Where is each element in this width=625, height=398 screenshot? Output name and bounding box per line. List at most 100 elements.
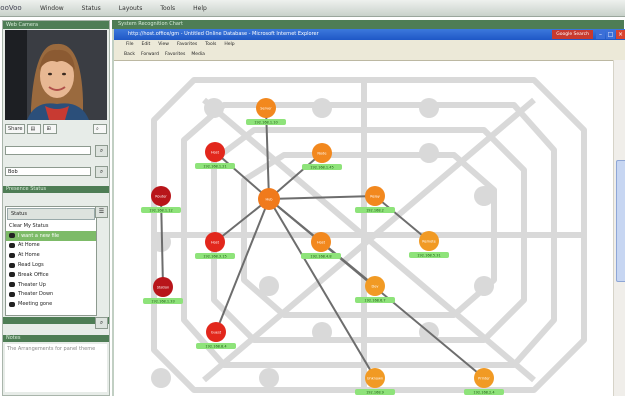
node-label: Printer [478,377,490,381]
menu-window[interactable]: Window [40,5,64,12]
maximize-icon[interactable]: □ [606,30,615,39]
layout-button[interactable]: ▤ [27,123,42,134]
node-label: Host [317,241,326,245]
user-search-icon[interactable]: ⌕ [95,166,108,178]
node-tag: 192.168.2.4 [473,391,495,395]
graph-node[interactable]: Router 192.168.1.12 [141,186,181,213]
menu-tools[interactable]: Tools [160,5,175,12]
menu-status[interactable]: Status [82,5,101,12]
status-item[interactable]: Meeting gone [6,299,96,309]
status-icon [9,301,15,307]
ghost-node [312,322,332,342]
status-list: Status Clear My Status I want a new file… [5,206,97,316]
graph-node[interactable]: Guest 192.168.8.4 [196,322,236,349]
menu-tools[interactable]: Tools [205,40,216,49]
menu-help[interactable]: Help [193,5,207,12]
menu-view[interactable]: View [158,40,169,49]
google-search-badge[interactable]: Google Search [552,30,593,39]
node-label: Hub [265,198,273,202]
node-label: Unknown [367,377,383,381]
status-item[interactable]: Break Office [6,270,96,280]
network-graph: Server 192.168.1.10 Host 192.168.1.21 Node 19… [114,60,614,396]
status-item[interactable]: At Home [6,241,96,251]
status-icon [9,233,15,239]
status-icon [9,242,15,248]
share-button[interactable]: Share [5,123,26,134]
ghost-node [204,98,224,118]
menu-favorites[interactable]: Favorites [177,40,197,49]
node-tag: 192.168.1.21 [203,165,226,169]
status-item[interactable]: Clear My Status [6,221,96,231]
node-tag: 192.168.1.33 [151,300,174,304]
menu-edit[interactable]: Edit [142,40,151,49]
window-title: System Recognition Chart [112,20,624,29]
node-tag: 192.168.8.4 [205,345,227,349]
node-label: Host [211,241,220,245]
node-label: Dev [372,285,379,289]
forward-button[interactable]: Forward [141,49,159,60]
status-icon [9,262,15,268]
status-item[interactable]: Theater Up [6,280,96,290]
ghost-node [474,276,494,296]
left-panel: Web Camera Share ▤ ⊞ ⌕ ⌕ Bob ⌕ Presence … [2,20,110,396]
node-tag: 192.168.5.31 [417,254,440,258]
ghost-node [312,98,332,118]
status-item[interactable]: Read Logs [6,260,96,270]
ghost-node [259,276,279,296]
zoom-icon[interactable]: ⌕ [93,123,107,134]
favorites-button[interactable]: Favorites [165,49,185,60]
ghost-node [419,143,439,163]
status-icon [9,252,15,258]
scrollbar-thumb[interactable] [616,160,625,282]
vertical-scrollbar[interactable] [613,60,625,396]
ghost-node [259,368,279,388]
status-item[interactable]: Theater Down [6,290,96,300]
close-icon[interactable]: × [616,30,625,39]
menu-layouts[interactable]: Layouts [119,5,143,12]
status-menu-icon[interactable]: ☰ [95,206,108,218]
status-icon [9,272,15,278]
status-item-selected[interactable]: I want a new file [6,230,96,241]
status-zoom-icon[interactable]: ⌕ [95,317,108,329]
fullscreen-button[interactable]: ⊞ [43,123,58,134]
status-select[interactable]: Status [7,208,95,220]
node-tag: 192.168.9 [366,391,384,395]
node-tag: 192.168.6.7 [364,299,385,303]
graph-node[interactable]: Printer 192.168.2.4 [464,368,504,395]
node-label: Station [157,286,169,290]
node-label: Guest [211,331,222,335]
graph-node[interactable]: Hub [258,188,280,210]
ghost-node [151,368,171,388]
video-controls: Share ▤ ⊞ ⌕ [5,123,107,134]
menu-file[interactable]: File [126,40,134,49]
status-header: Presence Status [3,186,109,193]
notes-text[interactable]: The Arrangements for panel theme [5,344,107,392]
status-icon [9,282,15,288]
search-input[interactable] [5,146,91,155]
menu-help[interactable]: Help [224,40,234,49]
node-label: Node [317,152,326,156]
ghost-node [474,186,494,206]
node-tag: 192.168.1.12 [149,209,172,213]
name-field[interactable]: Bob [5,167,91,176]
search-icon[interactable]: ⌕ [95,145,108,157]
node-tag: 192.168.4.8 [310,255,331,259]
minimize-icon[interactable]: – [596,30,605,39]
back-button[interactable]: Back [124,49,135,60]
status-footer [3,317,109,324]
node-tag: 192.168.2 [366,209,384,213]
node-label: Remote [422,240,436,244]
graph-node[interactable]: Station 192.168.1.33 [143,277,183,304]
notes-header: Notes [3,335,109,342]
status-item[interactable]: At Home [6,250,96,260]
node-tag: 192.168.1.10 [254,121,277,125]
browser-menu: File Edit View Favorites Tools Help [114,40,625,49]
browser-title: http://host.office/gm - Untitled Online … [128,31,319,37]
media-button[interactable]: Media [191,49,205,60]
graph-edge [268,198,376,379]
webcam-video [5,30,107,120]
browser-titlebar: http://host.office/gm - Untitled Online … [114,29,625,40]
node-tag: 192.168.3.15 [203,255,226,259]
app-menubar: ooVoo Window Status Layouts Tools Help [0,0,625,17]
browser-window: http://host.office/gm - Untitled Online … [112,29,625,396]
